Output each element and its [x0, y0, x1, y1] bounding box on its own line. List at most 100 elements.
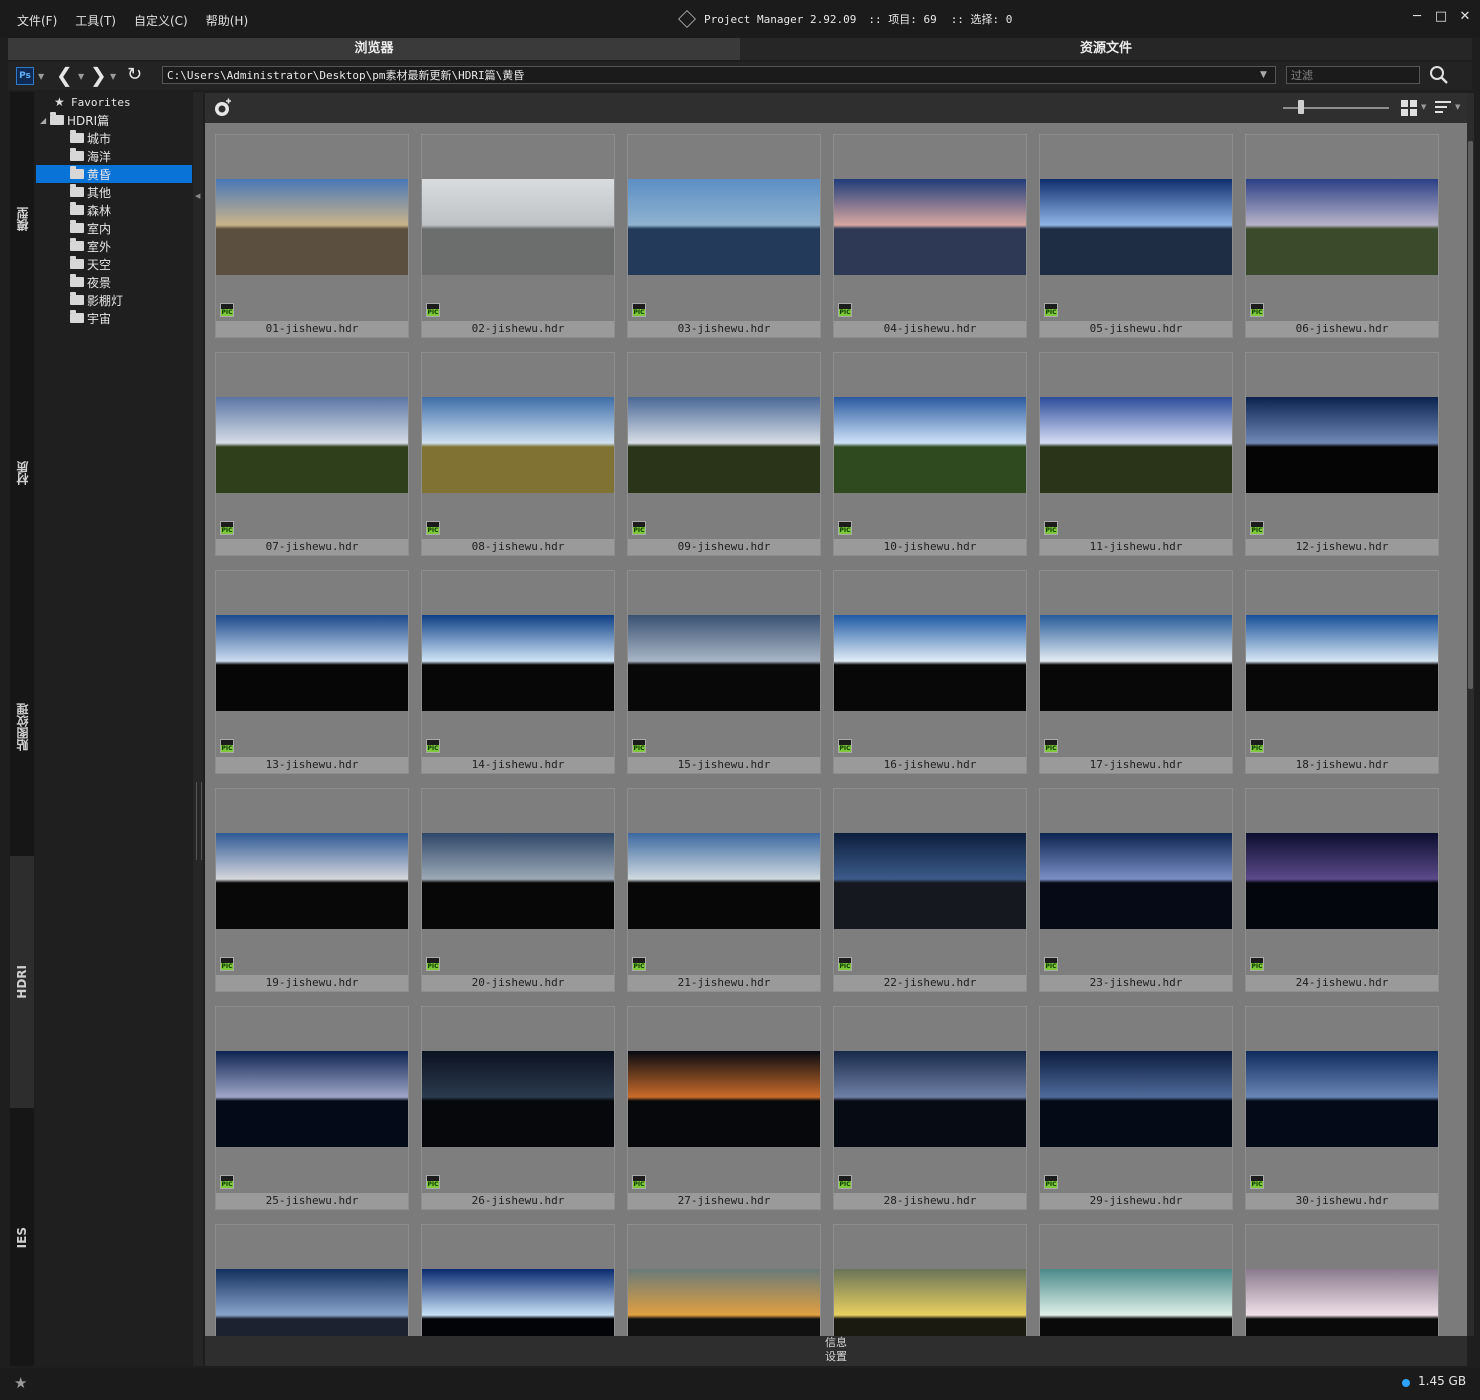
pic-file-icon — [1044, 739, 1058, 753]
tree-folder[interactable]: 天空 — [36, 255, 192, 273]
disk-status-icon — [1402, 1379, 1410, 1387]
chevron-down-icon[interactable]: ▼ — [1421, 103, 1426, 111]
collapse-arrow-icon[interactable]: ◀ — [195, 192, 200, 200]
add-item-icon[interactable] — [213, 98, 233, 118]
thumbnail-item[interactable]: 23-jishewu.hdr — [1039, 788, 1233, 992]
panel-splitter[interactable]: ◀ — [193, 92, 203, 1366]
thumbnail-item[interactable]: 25-jishewu.hdr — [215, 1006, 409, 1210]
thumbnail-item[interactable]: 22-jishewu.hdr — [833, 788, 1027, 992]
thumbnail-item[interactable]: 05-jishewu.hdr — [1039, 134, 1233, 338]
minimize-icon[interactable]: ─ — [1410, 8, 1424, 24]
thumbnail-item[interactable]: 26-jishewu.hdr — [421, 1006, 615, 1210]
maximize-icon[interactable]: □ — [1434, 8, 1448, 24]
expand-arrow-icon[interactable]: ◢ — [40, 116, 50, 125]
scrollbar-thumb[interactable] — [1468, 141, 1473, 689]
slider-handle[interactable] — [1298, 100, 1304, 114]
path-dropdown-icon[interactable]: ▼ — [1260, 66, 1267, 84]
filter-input[interactable]: 过滤 — [1286, 66, 1420, 84]
refresh-icon[interactable]: ↻ — [127, 64, 142, 85]
thumbnail-filename: 21-jishewu.hdr — [628, 975, 820, 991]
tree-folder[interactable]: 夜景 — [36, 273, 192, 291]
sort-icon[interactable] — [1435, 100, 1451, 116]
thumbnail-item[interactable]: 17-jishewu.hdr — [1039, 570, 1233, 774]
folder-tree: ★ Favorites ◢ HDRI篇 城市 海洋 黄昏 其他 森林 室内 室外 天空 夜景 影棚… — [36, 92, 192, 1366]
star-icon[interactable]: ★ — [14, 1374, 27, 1392]
splitter-grip[interactable] — [196, 782, 202, 860]
tree-folder[interactable]: 森林 — [36, 201, 192, 219]
thumbnail-item[interactable]: 20-jishewu.hdr — [421, 788, 615, 992]
thumbnail-filename: 03-jishewu.hdr — [628, 321, 820, 337]
thumbnail-item[interactable]: 18-jishewu.hdr — [1245, 570, 1439, 774]
tree-root-hdri[interactable]: ◢ HDRI篇 — [36, 111, 196, 129]
thumbnail-item[interactable]: 16-jishewu.hdr — [833, 570, 1027, 774]
thumbnail-item[interactable]: 09-jishewu.hdr — [627, 352, 821, 556]
thumbnail-item[interactable]: 03-jishewu.hdr — [627, 134, 821, 338]
thumbnail-item[interactable]: 28-jishewu.hdr — [833, 1006, 1027, 1210]
thumbnail-item[interactable]: 02-jishewu.hdr — [421, 134, 615, 338]
photoshop-icon[interactable]: Ps — [16, 67, 34, 85]
back-icon[interactable]: ❮ — [56, 63, 73, 87]
thumbnail-item[interactable]: 11-jishewu.hdr — [1039, 352, 1233, 556]
tree-folder[interactable]: 黄昏 — [36, 165, 192, 183]
side-tab-hdri[interactable]: HDRI — [10, 856, 34, 1108]
chevron-down-icon[interactable]: ▼ — [110, 72, 116, 81]
menu-help[interactable]: 帮助(H) — [197, 12, 257, 29]
thumbnail-item[interactable]: 21-jishewu.hdr — [627, 788, 821, 992]
thumbnail-item[interactable]: 19-jishewu.hdr — [215, 788, 409, 992]
thumbnail-item[interactable]: 30-jishewu.hdr — [1245, 1006, 1439, 1210]
tree-folder[interactable]: 宇宙 — [36, 309, 192, 327]
side-tab-textures[interactable]: 贴图纹理 — [10, 600, 34, 854]
thumbnail-filename: 26-jishewu.hdr — [422, 1193, 614, 1209]
tree-folder[interactable]: 海洋 — [36, 147, 192, 165]
info-tab[interactable]: 信息 — [205, 1336, 1467, 1350]
folder-icon — [70, 202, 84, 215]
thumbnail-item[interactable] — [421, 1224, 615, 1336]
thumbnail-item[interactable]: 07-jishewu.hdr — [215, 352, 409, 556]
thumbnail-item[interactable]: 10-jishewu.hdr — [833, 352, 1027, 556]
thumbnail-item[interactable]: 14-jishewu.hdr — [421, 570, 615, 774]
tab-resource-files[interactable]: 资源文件 — [740, 38, 1472, 60]
grid-view-icon[interactable] — [1401, 100, 1417, 116]
tree-label: 宇宙 — [87, 311, 112, 326]
thumbnail-item[interactable]: 13-jishewu.hdr — [215, 570, 409, 774]
thumbnail-item[interactable] — [1245, 1224, 1439, 1336]
tree-folder[interactable]: 影棚灯 — [36, 291, 192, 309]
vertical-scrollbar[interactable] — [1467, 93, 1474, 1336]
chevron-down-icon[interactable]: ▼ — [78, 72, 84, 81]
thumbnail-item[interactable] — [215, 1224, 409, 1336]
search-icon[interactable] — [1428, 64, 1450, 86]
thumbnail-item[interactable]: 29-jishewu.hdr — [1039, 1006, 1233, 1210]
menu-tools[interactable]: 工具(T) — [66, 12, 125, 29]
settings-tab[interactable]: 设置 — [205, 1350, 1467, 1364]
thumbnail-item[interactable]: 01-jishewu.hdr — [215, 134, 409, 338]
menu-customize[interactable]: 自定义(C) — [125, 12, 197, 29]
thumbnail-item[interactable]: 04-jishewu.hdr — [833, 134, 1027, 338]
hdri-preview-image — [1040, 179, 1232, 275]
tree-folder[interactable]: 其他 — [36, 183, 192, 201]
menu-file[interactable]: 文件(F) — [8, 12, 66, 29]
thumbnail-item[interactable]: 08-jishewu.hdr — [421, 352, 615, 556]
tree-folder[interactable]: 室外 — [36, 237, 192, 255]
tree-favorites[interactable]: ★ Favorites — [36, 93, 210, 111]
hdri-preview-image — [422, 397, 614, 493]
chevron-down-icon[interactable]: ▼ — [38, 72, 44, 81]
thumbnail-item[interactable] — [833, 1224, 1027, 1336]
tree-folder[interactable]: 室内 — [36, 219, 192, 237]
side-tab-materials[interactable]: 材质 — [10, 346, 34, 600]
side-tab-ies[interactable]: IES — [10, 1110, 34, 1366]
thumbnail-item[interactable]: 24-jishewu.hdr — [1245, 788, 1439, 992]
thumbnail-item[interactable]: 27-jishewu.hdr — [627, 1006, 821, 1210]
path-input[interactable]: C:\Users\Administrator\Desktop\pm素材最新更新\… — [162, 66, 1276, 84]
side-tab-models[interactable]: 模型 — [10, 92, 34, 346]
thumbnail-item[interactable] — [627, 1224, 821, 1336]
thumbnail-item[interactable] — [1039, 1224, 1233, 1336]
thumbnail-item[interactable]: 06-jishewu.hdr — [1245, 134, 1439, 338]
thumbnail-item[interactable]: 15-jishewu.hdr — [627, 570, 821, 774]
close-icon[interactable]: ✕ — [1458, 8, 1472, 24]
thumbnail-item[interactable]: 12-jishewu.hdr — [1245, 352, 1439, 556]
chevron-down-icon[interactable]: ▼ — [1455, 103, 1460, 111]
tree-folder[interactable]: 城市 — [36, 129, 192, 147]
forward-icon[interactable]: ❯ — [90, 63, 107, 87]
star-folder-icon: ★ — [54, 95, 65, 109]
tab-browser[interactable]: 浏览器 — [8, 38, 740, 60]
